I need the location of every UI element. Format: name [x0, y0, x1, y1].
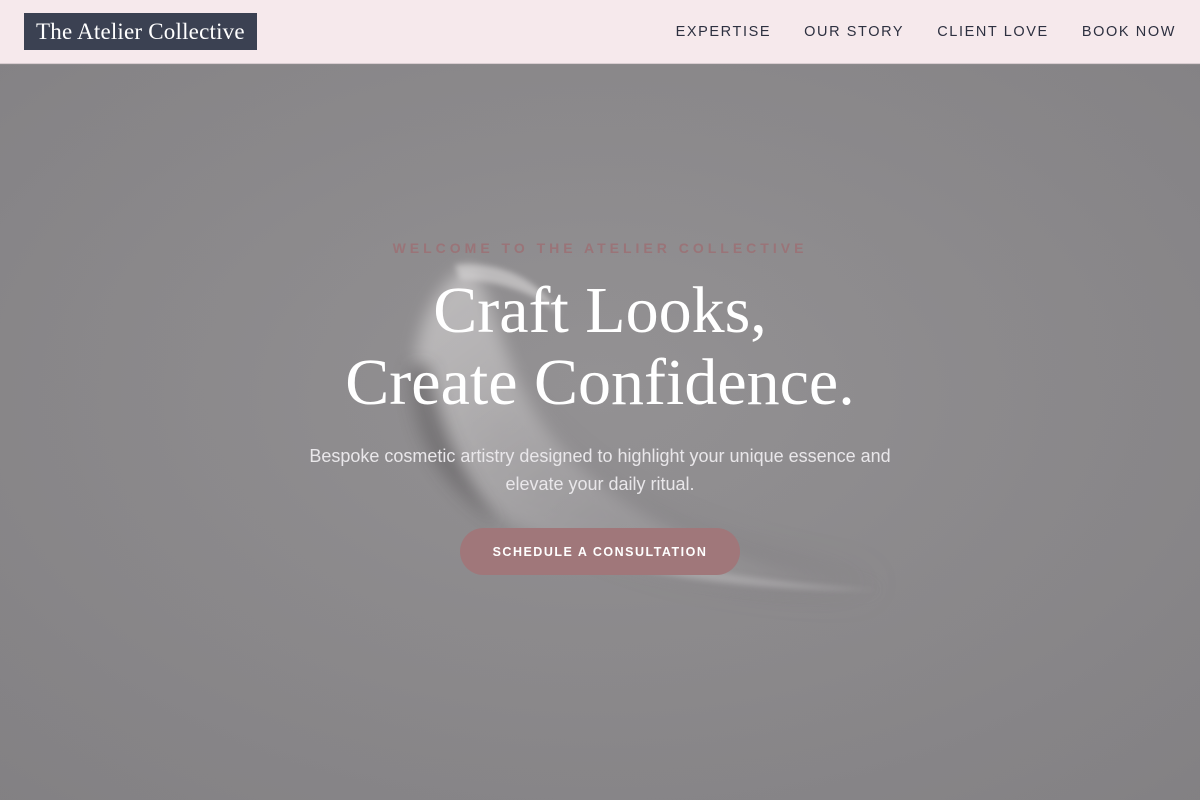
hero-headline-line-1: Craft Looks,: [433, 274, 767, 347]
schedule-consultation-button[interactable]: SCHEDULE A CONSULTATION: [460, 528, 740, 575]
nav-link-expertise[interactable]: EXPERTISE: [676, 24, 772, 40]
hero-headline: Craft Looks, Create Confidence.: [0, 275, 1200, 419]
hero-section: WELCOME TO THE ATELIER COLLECTIVE Craft …: [0, 65, 1200, 800]
nav-link-book-now[interactable]: BOOK NOW: [1082, 24, 1176, 40]
nav-link-our-story[interactable]: OUR STORY: [804, 24, 904, 40]
hero-headline-line-2: Create Confidence.: [345, 346, 855, 419]
hero-content: WELCOME TO THE ATELIER COLLECTIVE Craft …: [0, 65, 1200, 800]
site-logo[interactable]: The Atelier Collective: [24, 13, 257, 50]
nav-link-client-love[interactable]: CLIENT LOVE: [937, 24, 1049, 40]
main-nav: EXPERTISE OUR STORY CLIENT LOVE BOOK NOW: [676, 24, 1176, 40]
site-header: The Atelier Collective EXPERTISE OUR STO…: [0, 0, 1200, 64]
hero-subhead: Bespoke cosmetic artistry designed to hi…: [309, 446, 891, 494]
hero-eyebrow: WELCOME TO THE ATELIER COLLECTIVE: [392, 240, 808, 256]
